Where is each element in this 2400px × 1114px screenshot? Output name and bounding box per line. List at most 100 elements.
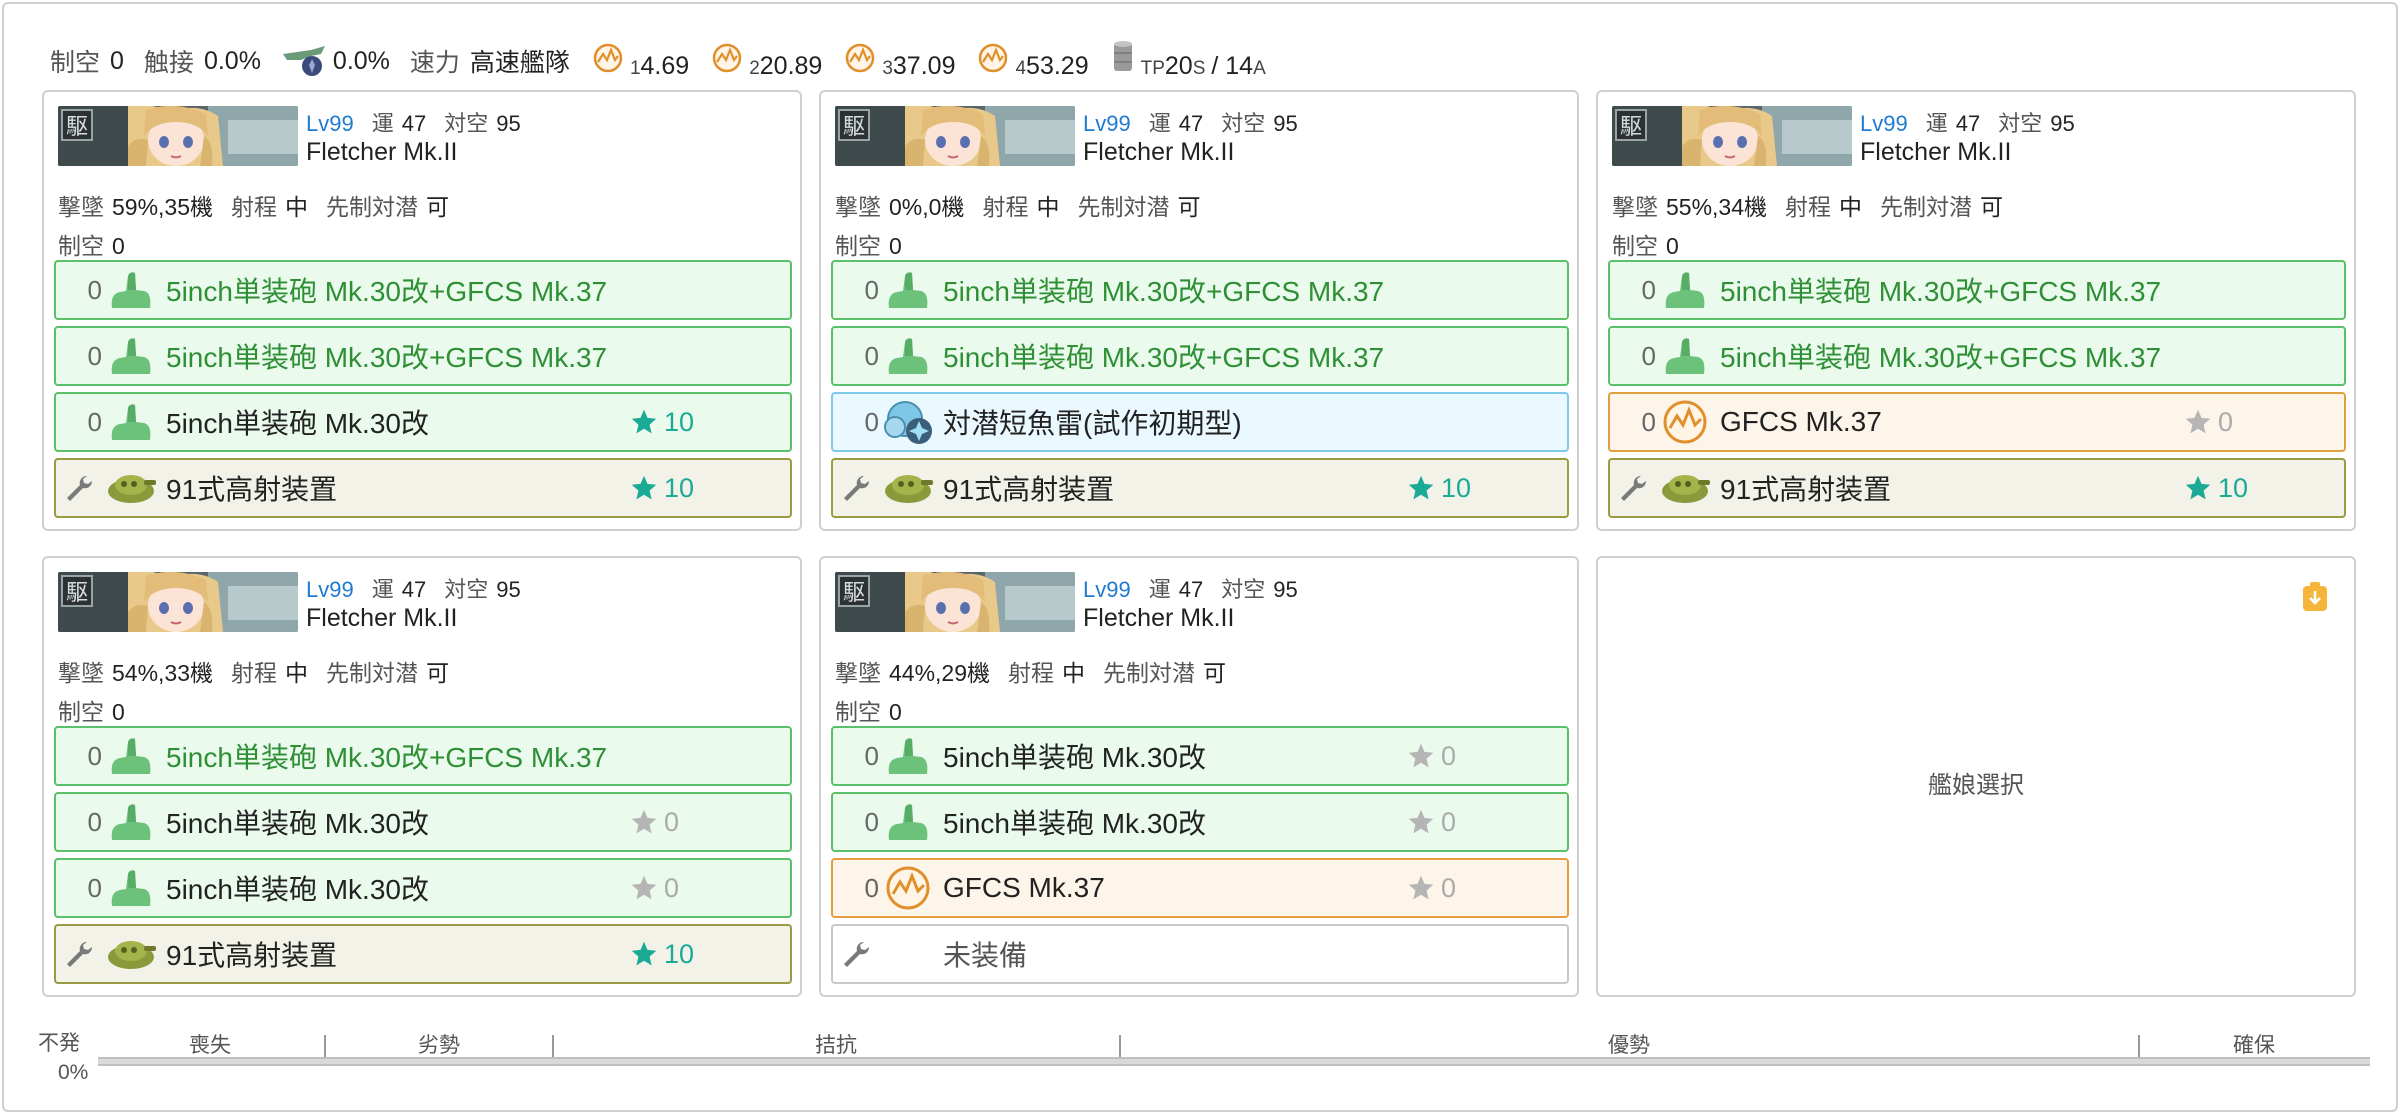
radar-fcs-icon: [844, 42, 876, 74]
ship-air-power: 制空 0: [835, 233, 902, 259]
ship-name[interactable]: Fletcher Mk.II: [1083, 604, 1316, 633]
wrench-icon[interactable]: [56, 938, 102, 970]
svg-text:駆: 駆: [1620, 115, 1642, 140]
improvement-level[interactable]: 0: [1407, 860, 1456, 916]
equipment-slot[interactable]: 91式高射装置 10: [54, 458, 792, 518]
equipment-slot[interactable]: 0 5inch単装砲 Mk.30改+GFCS Mk.37: [54, 260, 792, 320]
slot-aircraft-count: 0: [1641, 340, 1656, 371]
ship-name[interactable]: Fletcher Mk.II: [1083, 138, 1316, 167]
small-gun-icon: [879, 797, 937, 847]
improvement-level[interactable]: 0: [1407, 728, 1456, 784]
slot-aircraft-count: 0: [1641, 274, 1656, 305]
equipment-slot[interactable]: 91式高射装置 10: [1608, 458, 2346, 518]
ship-oasw: 可: [426, 660, 450, 686]
equipment-name: 5inch単装砲 Mk.30改+GFCS Mk.37: [166, 342, 608, 373]
equipment-slot[interactable]: 91式高射装置 10: [54, 924, 792, 984]
gauge-segment-parity: 拮抗: [815, 1034, 857, 1057]
improvement-level[interactable]: 10: [630, 926, 694, 982]
equipment-slot[interactable]: 0 5inch単装砲 Mk.30改 0: [54, 792, 792, 852]
ship-card[interactable]: 駆 Lv99 運 47 対空 95 Fletcher Mk.II 撃墜 44%,29機 射程中先制…: [819, 556, 1579, 997]
ship-shootdown: 0%,0機: [889, 194, 965, 220]
equipment-slots: 0 5inch単装砲 Mk.30改+GFCS Mk.37 0 5inch単装砲 Mk.…: [54, 726, 792, 990]
ship-name[interactable]: Fletcher Mk.II: [306, 138, 539, 167]
download-badge-icon[interactable]: [2302, 582, 2328, 612]
equipment-slot[interactable]: 0 5inch単装砲 Mk.30改+GFCS Mk.37: [831, 260, 1569, 320]
ship-aa: 95: [1273, 577, 1298, 602]
gauge-tick: [1119, 1035, 1121, 1057]
improvement-level[interactable]: 10: [1407, 460, 1471, 516]
equipment-slot[interactable]: 0 5inch単装砲 Mk.30改 0: [831, 792, 1569, 852]
improvement-level[interactable]: 10: [2184, 460, 2248, 516]
star-icon: [1407, 474, 1441, 502]
equipment-slot[interactable]: 91式高射装置 10: [831, 458, 1569, 518]
ship-banner-image[interactable]: 駆: [1612, 106, 1852, 166]
select-ship-label[interactable]: 艦娘選択: [1598, 765, 2354, 800]
equipment-slot[interactable]: 0 5inch単装砲 Mk.30改+GFCS Mk.37: [1608, 326, 2346, 386]
star-icon: [2184, 474, 2218, 502]
ship-luck: 47: [1178, 111, 1204, 136]
star-icon: [630, 408, 664, 436]
ship-luck: 47: [401, 577, 427, 602]
ship-aa: 95: [496, 111, 521, 136]
improvement-level[interactable]: 0: [2184, 394, 2233, 450]
improvement-level[interactable]: 0: [1407, 794, 1456, 850]
ship-card[interactable]: 駆 Lv99 運 47 対空 95 Fletcher Mk.II 撃墜 54%,33機 射程中先制…: [42, 556, 802, 997]
small-gun-icon: [879, 331, 937, 381]
gauge-segment-supremacy: 確保: [2233, 1034, 2275, 1057]
equipment-name: 5inch単装砲 Mk.30改: [943, 742, 1206, 773]
wrench-icon[interactable]: [1610, 472, 1656, 504]
ship-aa: 95: [1273, 111, 1298, 136]
ship-name[interactable]: Fletcher Mk.II: [1860, 138, 2093, 167]
equipment-name: 5inch単装砲 Mk.30改: [943, 808, 1206, 839]
equipment-name: 5inch単装砲 Mk.30改: [166, 874, 429, 905]
equipment-name: GFCS Mk.37: [943, 872, 1105, 903]
ship-shootdown: 54%,33機: [112, 660, 214, 686]
wrench-icon[interactable]: [56, 472, 102, 504]
equipment-slot[interactable]: 0 GFCS Mk.37 0: [1608, 392, 2346, 452]
star-icon: [630, 808, 664, 836]
small-gun-icon: [1656, 331, 1714, 381]
wrench-icon[interactable]: [833, 938, 879, 970]
equipment-name: 未装備: [943, 940, 1028, 971]
ship-card[interactable]: 駆 Lv99 運 47 対空 95 Fletcher Mk.II 撃墜 0%,0機 射程中先制対潜…: [819, 90, 1579, 531]
ship-name[interactable]: Fletcher Mk.II: [306, 604, 539, 633]
equipment-slot[interactable]: 0 5inch単装砲 Mk.30改 10: [54, 392, 792, 452]
ship-card[interactable]: 駆 Lv99 運 47 対空 95 Fletcher Mk.II 撃墜 55%,34機 射程中先制…: [1596, 90, 2356, 531]
equipment-slot[interactable]: 0 GFCS Mk.37 0: [831, 858, 1569, 918]
ship-header: 駆 Lv99 運 47 対空 95 Fletcher Mk.II: [835, 572, 1316, 634]
small-gun-icon: [1656, 265, 1714, 315]
equipment-slots: 0 5inch単装砲 Mk.30改 0 0 5inch単装砲 Mk.30改 0 0 GFCS …: [831, 726, 1569, 990]
ship-luck: 47: [1955, 111, 1981, 136]
equipment-slot[interactable]: 0 5inch単装砲 Mk.30改 0: [831, 726, 1569, 786]
improvement-level[interactable]: 10: [630, 460, 694, 516]
improvement-level[interactable]: 10: [630, 394, 694, 450]
ship-banner-image[interactable]: 駆: [58, 572, 298, 632]
equipment-name: 91式高射装置: [943, 474, 1115, 505]
ship-stats: 撃墜 55%,34機 射程中先制対潜可: [1612, 194, 2004, 220]
ship-meta: Lv99 運 47 対空 95 Fletcher Mk.II: [306, 106, 539, 166]
ship-card[interactable]: 駆 Lv99 運 47 対空 95 Fletcher Mk.II 撃墜 59%,35機 射程中先制…: [42, 90, 802, 531]
seiku-label: 制空: [50, 49, 101, 77]
ship-header: 駆 Lv99 運 47 対空 95 Fletcher Mk.II: [835, 106, 1316, 168]
ship-stats: 撃墜 0%,0機 射程中先制対潜可: [835, 194, 1201, 220]
improvement-level[interactable]: 0: [630, 794, 679, 850]
ship-oasw: 可: [1177, 194, 1201, 220]
equipment-slot[interactable]: 0 5inch単装砲 Mk.30改 0: [54, 858, 792, 918]
gauge-segment-inferior: 劣勢: [418, 1034, 460, 1057]
equipment-slot[interactable]: 0 5inch単装砲 Mk.30改+GFCS Mk.37: [1608, 260, 2346, 320]
empty-ship-slot[interactable]: 艦娘選択: [1596, 556, 2356, 997]
ship-range: 中: [285, 660, 309, 686]
equipment-slot[interactable]: 0 5inch単装砲 Mk.30改+GFCS Mk.37: [54, 326, 792, 386]
ship-banner-image[interactable]: 駆: [58, 106, 298, 166]
ship-shootdown: 55%,34機: [1666, 194, 1768, 220]
ship-banner-image[interactable]: 駆: [835, 572, 1075, 632]
ship-banner-image[interactable]: 駆: [835, 106, 1075, 166]
improvement-level[interactable]: 0: [630, 860, 679, 916]
equipment-slot[interactable]: 未装備: [831, 924, 1569, 984]
equipment-slot[interactable]: 0 対潜短魚雷(試作初期型): [831, 392, 1569, 452]
equipment-slot[interactable]: 0 5inch単装砲 Mk.30改+GFCS Mk.37: [831, 326, 1569, 386]
wrench-icon[interactable]: [833, 472, 879, 504]
equipment-slot[interactable]: 0 5inch単装砲 Mk.30改+GFCS Mk.37: [54, 726, 792, 786]
ship-header: 駆 Lv99 運 47 対空 95 Fletcher Mk.II: [1612, 106, 2093, 168]
equipment-name: 5inch単装砲 Mk.30改+GFCS Mk.37: [1720, 342, 2162, 373]
